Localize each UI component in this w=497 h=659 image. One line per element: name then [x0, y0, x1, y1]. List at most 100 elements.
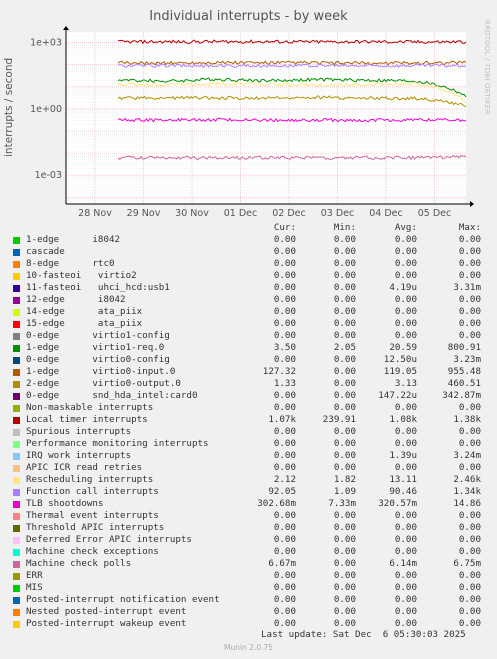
legend-label: Posted-interrupt notification event [26, 594, 220, 605]
legend-row: Performance monitoring interrupts 0.00 0.0… [0, 438, 497, 450]
legend-swatch [13, 525, 20, 532]
legend-min-value: 0.00 [333, 258, 356, 269]
legend-row: Machine check polls 6.67m 0.00 6.14m 6.75m [0, 558, 497, 570]
legend-cur-value: 0.00 [273, 282, 296, 293]
legend-min-value: 0.00 [333, 270, 356, 281]
legend-row: Non-maskable interrupts 0.00 0.00 0.00 0.00 [0, 402, 497, 414]
legend-swatch [13, 393, 20, 400]
legend-swatch [13, 357, 20, 364]
munin-version: Munin 2.0.75 [223, 643, 274, 652]
legend-row: Local timer interrupts 1.07k 239.91 1.08k 1.… [0, 414, 497, 426]
legend-max-value: 6.75m [453, 558, 481, 569]
legend-cur-value: 0.00 [273, 534, 296, 545]
legend-label: 12-edge i8042 [26, 294, 126, 305]
legend-row: Rescheduling interrupts 2.12 1.82 13.11 2.46… [0, 474, 497, 486]
legend-max-value: 0.00 [458, 294, 481, 305]
legend-row: Spurious interrupts 0.00 0.00 0.00 0.00 [0, 426, 497, 438]
legend-avg-value: 1.08k [389, 414, 417, 425]
legend-swatch [13, 465, 20, 472]
legend-row: 1-edge virtio0-input.0 127.32 0.00 119.05 95… [0, 366, 497, 378]
legend-min-value: 0.00 [333, 510, 356, 521]
legend-row: Threshold APIC interrupts 0.00 0.00 0.00 0.0… [0, 522, 497, 534]
y-tick-label: 1e+00 [30, 104, 62, 115]
legend-min-value: 0.00 [333, 606, 356, 617]
legend-avg-value: 119.05 [383, 366, 417, 377]
legend-min-value: 0.00 [333, 402, 356, 413]
legend-label: Function call interrupts [26, 486, 159, 497]
legend-row: 12-edge i8042 0.00 0.00 0.00 0.00 [0, 294, 497, 306]
legend-swatch [13, 621, 20, 628]
legend-cur-value: 0.00 [273, 270, 296, 281]
legend-avg-value: 147.22u [378, 390, 417, 401]
legend-max-value: 0.00 [458, 546, 481, 557]
legend-cur-value: 0.00 [273, 426, 296, 437]
legend-min-value: 0.00 [333, 234, 356, 245]
legend-max-value: 0.00 [458, 534, 481, 545]
legend-row: Posted-interrupt notification event 0.00 0… [0, 594, 497, 606]
legend-avg-value: 4.19u [389, 282, 417, 293]
legend-cur-value: 0.00 [273, 570, 296, 581]
legend-cur-value: 302.68m [257, 498, 296, 509]
legend-max-value: 1.34k [453, 486, 481, 497]
legend-label: Threshold APIC interrupts [26, 522, 165, 533]
legend-swatch [13, 381, 20, 388]
legend-label: Deferred Error APIC interrupts [26, 534, 192, 545]
legend-label: 0-edge virtio1-config [26, 330, 170, 341]
legend-cur-value: 1.33 [273, 378, 296, 389]
legend-max-value: 342.87m [442, 390, 481, 401]
legend-cur-value: 0.00 [273, 318, 296, 329]
legend-avg-value: 0.00 [394, 510, 417, 521]
legend-cur-value: 0.00 [273, 354, 296, 365]
legend-max-value: 955.48 [447, 366, 481, 377]
x-tick-label: 03 Dec [321, 208, 355, 219]
legend-cur-value: 92.05 [268, 486, 296, 497]
legend-avg-value: 0.00 [394, 462, 417, 473]
legend-row: 8-edge rtc0 0.00 0.00 0.00 0.00 [0, 258, 497, 270]
legend-max-value: 800.91 [447, 342, 481, 353]
legend-avg-value: 320.57m [378, 498, 417, 509]
legend-min-value: 0.00 [333, 306, 356, 317]
legend-max-value: 0.00 [458, 582, 481, 593]
legend-avg-value: 3.13 [394, 378, 417, 389]
legend-label: 11-fasteoi uhci_hcd:usb1 [26, 282, 170, 293]
legend-label: APIC ICR read retries [26, 462, 143, 473]
legend-min-value: 0.00 [333, 246, 356, 257]
legend-min-value: 7.33m [328, 498, 356, 509]
legend-row: 0-edge virtio0-config 0.00 0.00 12.50u 3.23m [0, 354, 497, 366]
legend-label: Non-maskable interrupts [26, 402, 154, 413]
legend-swatch [13, 417, 20, 424]
last-update: Last update: Sat Dec 6 05:30:03 2025 [261, 629, 466, 640]
legend-label: 8-edge rtc0 [26, 258, 115, 269]
legend-max-value: 2.46k [453, 474, 481, 485]
legend-row: ERR 0.00 0.00 0.00 0.00 [0, 570, 497, 582]
legend-min-value: 0.00 [333, 282, 356, 293]
legend-min-value: 2.05 [333, 342, 356, 353]
legend-min-value: 0.00 [333, 318, 356, 329]
legend-row: 15-edge ata_piix 0.00 0.00 0.00 0.00 [0, 318, 497, 330]
legend-swatch [13, 609, 20, 616]
legend-swatch [13, 261, 20, 268]
plot-area: 1e+03 1e+00 1e-03 28 Nov 29 Nov 30 Nov 01 Dec… [30, 26, 474, 219]
legend-label: Thermal event interrupts [26, 510, 159, 521]
x-tick-label: 28 Nov [78, 208, 112, 219]
legend-row: 0-edge virtio1-config 0.00 0.00 0.00 0.00 [0, 330, 497, 342]
legend-label: 0-edge virtio0-config [26, 354, 170, 365]
legend-max-value: 0.00 [458, 318, 481, 329]
legend-row: Function call interrupts 92.05 1.09 90.46 1.… [0, 486, 497, 498]
legend-row: cascade 0.00 0.00 0.00 0.00 [0, 246, 497, 258]
legend-min-value: 0.00 [333, 378, 356, 389]
legend-row: APIC ICR read retries 0.00 0.00 0.00 0.00 [0, 462, 497, 474]
legend-swatch [13, 441, 20, 448]
legend-max-value: 0.00 [458, 330, 481, 341]
x-tick-labels: 28 Nov 29 Nov 30 Nov 01 Dec 02 Dec 03 Dec 04 D… [78, 208, 451, 219]
legend-avg-value: 0.00 [394, 258, 417, 269]
legend-swatch [13, 513, 20, 520]
y-tick-label: 1e-03 [35, 170, 62, 181]
legend-min-value: 1.82 [333, 474, 356, 485]
legend-row: 2-edge virtio0-output.0 1.33 0.00 3.13 460.5… [0, 378, 497, 390]
legend-min-value: 0.00 [333, 582, 356, 593]
legend-min-value: 0.00 [333, 570, 356, 581]
legend-max-value: 3.31m [453, 282, 481, 293]
legend-swatch [13, 597, 20, 604]
legend-swatch [13, 537, 20, 544]
